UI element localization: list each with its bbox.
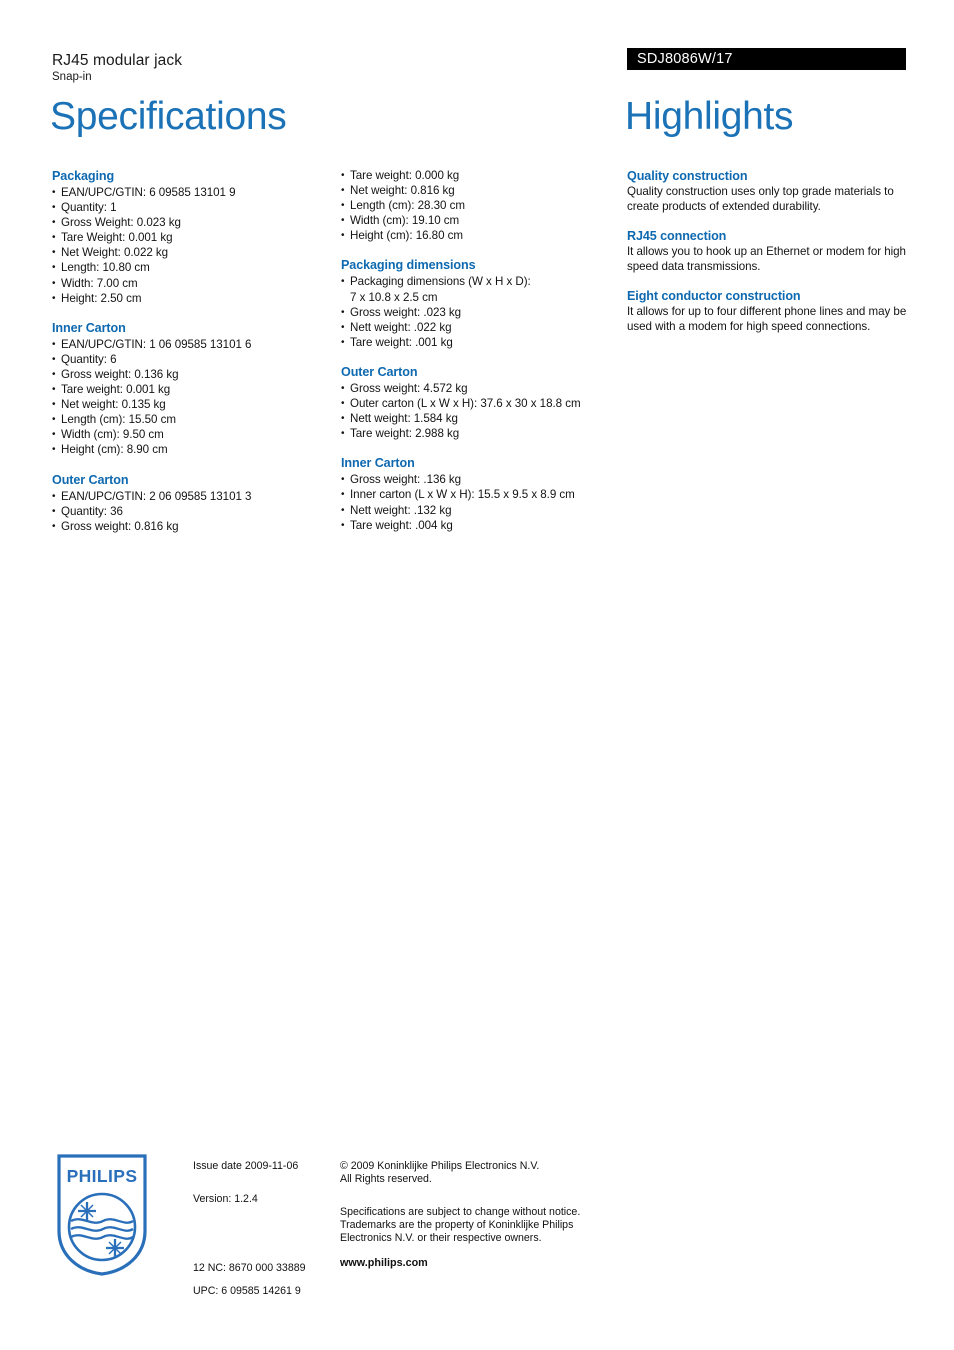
spec-item: Net Weight: 0.022 kg (52, 245, 337, 260)
spec-group-title: Outer Carton (52, 472, 129, 487)
spec-item: EAN/UPC/GTIN: 2 06 09585 13101 3 (52, 489, 337, 504)
spec-item: Tare weight: .001 kg (341, 335, 626, 350)
spec-group: Outer Carton EAN/UPC/GTIN: 2 06 09585 131… (52, 472, 337, 534)
spec-list: EAN/UPC/GTIN: 6 09585 13101 9Quantity: 1… (52, 185, 337, 306)
spec-item: Width (cm): 19.10 cm (341, 213, 626, 228)
specifications-column-2: Tare weight: 0.000 kgNet weight: 0.816 k… (341, 168, 626, 533)
spec-group: Inner CartonGross weight: .136 kgInner c… (341, 455, 626, 532)
highlight-item: Quality construction Quality construction… (627, 168, 909, 214)
highlight-body: It allows you to hook up an Ethernet or … (627, 245, 906, 273)
spec-list: Packaging dimensions (W x H x D):7 x 10.… (341, 274, 626, 350)
spec-group-title: Packaging (52, 169, 115, 183)
spec-item: Inner carton (L x W x H): 15.5 x 9.5 x 8… (341, 487, 626, 502)
sku-badge: SDJ8086W/17 (627, 48, 906, 70)
copyright-line-1: © 2009 Koninklijke Philips Electronics N… (340, 1160, 540, 1172)
spec-item: Gross Weight: 0.023 kg (52, 215, 337, 230)
spec-item: Quantity: 6 (52, 352, 337, 367)
spec-item: Gross weight: 0.816 kg (52, 519, 337, 534)
svg-text:PHILIPS: PHILIPS (67, 1166, 138, 1186)
spec-item: Width: 7.00 cm (52, 276, 337, 291)
issue-date: Issue date 2009-11-06 (193, 1160, 299, 1172)
spec-item: EAN/UPC/GTIN: 6 09585 13101 9 (52, 185, 337, 200)
spec-item: Quantity: 36 (52, 504, 337, 519)
spec-item: Net weight: 0.135 kg (52, 397, 337, 412)
spec-group: Inner Carton EAN/UPC/GTIN: 1 06 09585 131… (52, 320, 337, 458)
product-name: RJ45 modular jack (52, 52, 183, 69)
spec-item-continuation: 7 x 10.8 x 2.5 cm (350, 290, 438, 304)
spec-item: Tare weight: 0.000 kg (341, 168, 626, 183)
highlights-column: Quality construction Quality construction… (627, 168, 909, 335)
highlight-body: Quality construction uses only top grade… (627, 185, 894, 213)
highlight-title: RJ45 connection (627, 229, 727, 244)
copyright-block: © 2009 Koninklijke Philips Electronics N… (340, 1160, 610, 1186)
spec-item: Net weight: 0.816 kg (341, 183, 626, 198)
spec-group: Packaging dimensionsPackaging dimensions… (341, 257, 626, 350)
spec-item: Gross weight: 4.572 kg (341, 381, 626, 396)
spec-item: Tare Weight: 0.001 kg (52, 230, 337, 245)
spec-item: EAN/UPC/GTIN: 1 06 09585 13101 6 (52, 337, 337, 352)
nc-code: 12 NC: 8670 000 33889 (193, 1261, 306, 1274)
version-block: Version: 1.2.4 (193, 1193, 333, 1206)
disclaimer-line-1: Specifications are subject to change wit… (340, 1206, 581, 1218)
spec-item: Length (cm): 28.30 cm (341, 198, 626, 213)
spec-group: Packaging EAN/UPC/GTIN: 6 09585 13101 9Qu… (52, 168, 337, 306)
sku-text: SDJ8086W/17 (637, 51, 733, 67)
spec-item: Nett weight: .132 kg (341, 503, 626, 518)
spec-group: Tare weight: 0.000 kgNet weight: 0.816 k… (341, 168, 626, 244)
spec-group-title: Inner Carton (341, 456, 415, 471)
highlight-title: Eight conductor construction (627, 289, 801, 304)
footer-meta-column: Issue date 2009-11-06 Version: 1.2.4 12 … (193, 1160, 333, 1297)
page-title-highlights: Highlights (625, 95, 794, 138)
highlight-item: Eight conductor construction It allows fo… (627, 288, 909, 334)
spec-item: Packaging dimensions (W x H x D):7 x 10.… (341, 274, 626, 304)
spec-item: Length (cm): 15.50 cm (52, 412, 337, 427)
spec-list: Gross weight: 4.572 kgOuter carton (L x … (341, 381, 626, 441)
spec-item: Tare weight: 2.988 kg (341, 426, 626, 441)
spec-list: EAN/UPC/GTIN: 2 06 09585 13101 3Quantity… (52, 489, 337, 534)
product-subname: Snap-in (52, 71, 92, 83)
page-header: RJ45 modular jack Snap-in SDJ8086W/17 Sp… (0, 0, 954, 150)
spec-item: Tare weight: 0.001 kg (52, 382, 337, 397)
spec-item: Tare weight: .004 kg (341, 518, 626, 533)
spec-list: EAN/UPC/GTIN: 1 06 09585 13101 6Quantity… (52, 337, 337, 458)
spec-item: Nett weight: 1.584 kg (341, 411, 626, 426)
spec-group-title: Outer Carton (341, 364, 418, 379)
spec-item: Quantity: 1 (52, 200, 337, 215)
product-codes-block: 12 NC: 8670 000 33889 UPC: 6 09585 14261… (193, 1251, 353, 1309)
page-title-specifications: Specifications (50, 95, 287, 138)
disclaimer-line-3: Electronics N.V. or their respective own… (340, 1232, 542, 1244)
page-footer: PHILIPS Issue date 2009-11-06 Version: 1… (0, 1152, 954, 1297)
spec-group-title: Inner Carton (52, 320, 126, 335)
spec-item: Outer carton (L x W x H): 37.6 x 30 x 18… (341, 396, 626, 411)
spec-item: Height (cm): 8.90 cm (52, 442, 337, 457)
spec-group-title: Packaging dimensions (341, 258, 476, 273)
issue-date-block: Issue date 2009-11-06 (193, 1160, 333, 1173)
spec-group: Outer Carton Gross weight: 4.572 kgOuter … (341, 364, 626, 441)
spec-item: Height: 2.50 cm (52, 291, 337, 306)
footer-legal-column: © 2009 Koninklijke Philips Electronics N… (340, 1160, 610, 1269)
copyright-line-2: All Rights reserved. (340, 1173, 432, 1185)
specifications-column-1: PackagingEAN/UPC/GTIN: 6 09585 13101 9Qu… (52, 168, 337, 534)
highlight-title: Quality construction (627, 169, 748, 183)
spec-item: Height (cm): 16.80 cm (341, 228, 626, 243)
philips-logo: PHILIPS (56, 1153, 148, 1277)
spec-item: Gross weight: 0.136 kg (52, 367, 337, 382)
spec-list: Gross weight: .136 kgInner carton (L x W… (341, 472, 626, 532)
highlight-body: It allows for up to four different phone… (627, 305, 907, 333)
disclaimer-line-2: Trademarks are the property of Koninklij… (340, 1219, 574, 1231)
spec-item: Gross weight: .136 kg (341, 472, 626, 487)
spec-list: Tare weight: 0.000 kgNet weight: 0.816 k… (341, 168, 626, 244)
website-link[interactable]: www.philips.com (340, 1257, 428, 1270)
spec-item: Width (cm): 9.50 cm (52, 427, 337, 442)
highlight-item: RJ45 connection It allows you to hook up … (627, 228, 909, 274)
upc-code: UPC: 6 09585 14261 9 (193, 1285, 301, 1298)
spec-item: Length: 10.80 cm (52, 260, 337, 275)
version: Version: 1.2.4 (193, 1193, 258, 1205)
spec-item: Nett weight: .022 kg (341, 320, 626, 335)
disclaimer-block: Specifications are subject to change wit… (340, 1206, 610, 1245)
spec-item: Gross weight: .023 kg (341, 305, 626, 320)
